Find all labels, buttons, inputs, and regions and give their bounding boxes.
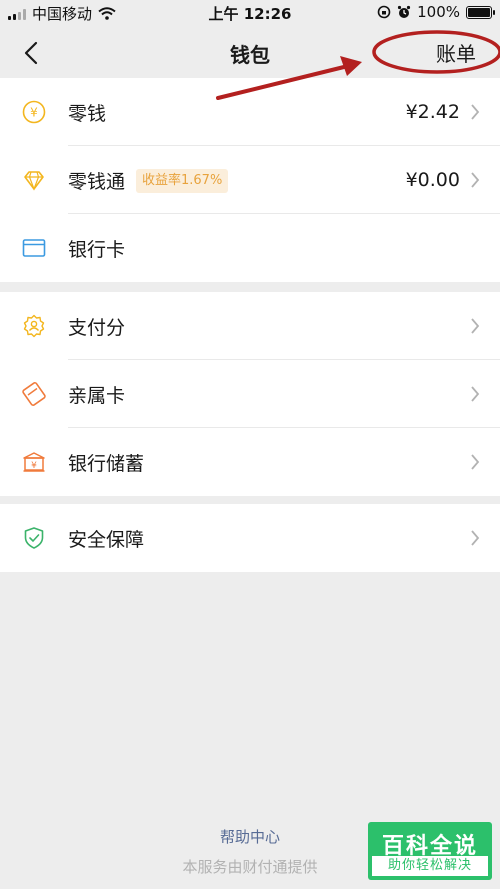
row-change[interactable]: ¥ 零钱 ¥2.42: [0, 78, 500, 146]
chevron-right-icon: [471, 454, 480, 470]
battery-icon: [466, 5, 495, 19]
nav-bar: 钱包 账单: [0, 26, 500, 78]
rotation-lock-icon: [377, 5, 391, 19]
row-bank-card[interactable]: 银行卡: [0, 214, 500, 282]
wallet-section-balance: ¥ 零钱 ¥2.42 零钱通 收益率1.67% ¥0.00 银行卡: [0, 78, 500, 282]
chevron-right-icon: [471, 172, 480, 188]
page-title: 钱包: [230, 43, 270, 67]
shield-check-icon: [24, 527, 44, 549]
bank-card-icon: [22, 239, 46, 257]
wallet-section-security: 安全保障: [0, 504, 500, 572]
row-label: 安全保障: [68, 528, 145, 551]
wifi-icon: [98, 7, 116, 20]
wallet-section-services: 支付分 亲属卡 ¥ 银行储蓄: [0, 292, 500, 496]
row-label: 支付分: [68, 316, 126, 339]
bank-savings-icon: ¥: [23, 452, 45, 472]
svg-text:¥: ¥: [31, 461, 37, 471]
lingqiantong-value: ¥0.00: [405, 169, 460, 191]
row-label: 零钱通: [68, 170, 126, 193]
svg-text:¥: ¥: [30, 106, 38, 120]
row-pay-score[interactable]: 支付分: [0, 292, 500, 360]
alarm-icon: [398, 5, 411, 18]
yield-rate-badge: 收益率1.67%: [136, 169, 229, 193]
family-card-icon: [22, 382, 46, 406]
yuan-coin-icon: ¥: [22, 100, 46, 124]
balance-value: ¥2.42: [405, 101, 460, 123]
row-label: 零钱: [68, 102, 107, 125]
row-family-card[interactable]: 亲属卡: [0, 360, 500, 428]
chevron-right-icon: [471, 530, 480, 546]
carrier-name: 中国移动: [32, 5, 93, 23]
bill-button[interactable]: 账单: [436, 38, 476, 67]
row-label: 亲属卡: [68, 384, 126, 407]
chevron-right-icon: [471, 386, 480, 402]
back-button[interactable]: [14, 36, 48, 70]
row-bank-savings[interactable]: ¥ 银行储蓄: [0, 428, 500, 496]
row-security[interactable]: 安全保障: [0, 504, 500, 572]
row-label: 银行储蓄: [68, 452, 145, 475]
row-label: 银行卡: [68, 238, 126, 261]
chevron-right-icon: [471, 318, 480, 334]
watermark-subtitle: 助你轻松解决: [372, 856, 488, 876]
diamond-icon: [24, 171, 44, 191]
signal-icon: [8, 8, 26, 20]
pay-score-icon: [23, 314, 45, 338]
chevron-left-icon: [24, 41, 38, 65]
battery-percent: 100%: [417, 3, 460, 21]
row-lingqiantong[interactable]: 零钱通 收益率1.67% ¥0.00: [0, 146, 500, 214]
chevron-right-icon: [471, 104, 480, 120]
status-bar: 中国移动 上午 12:26 100%: [0, 0, 500, 26]
baike-watermark-logo: 百科全说 助你轻松解决: [368, 822, 492, 880]
